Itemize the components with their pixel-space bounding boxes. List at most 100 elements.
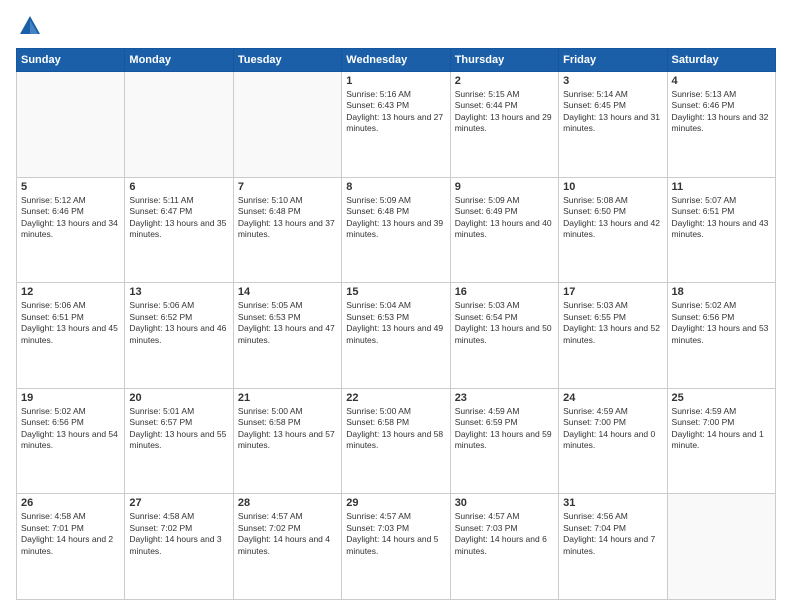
day-number: 12 — [21, 286, 120, 298]
day-number: 15 — [346, 286, 445, 298]
logo — [16, 12, 48, 40]
day-info: Sunrise: 4:57 AM Sunset: 7:03 PM Dayligh… — [455, 511, 554, 557]
day-info: Sunrise: 4:57 AM Sunset: 7:03 PM Dayligh… — [346, 511, 445, 557]
day-number: 1 — [346, 75, 445, 87]
calendar-row: 26 Sunrise: 4:58 AM Sunset: 7:01 PM Dayli… — [17, 494, 776, 600]
logo-icon — [16, 12, 44, 40]
calendar-header-row: SundayMondayTuesdayWednesdayThursdayFrid… — [17, 49, 776, 72]
calendar-cell: 9 Sunrise: 5:09 AM Sunset: 6:49 PM Daylig… — [450, 177, 558, 283]
day-info: Sunrise: 4:59 AM Sunset: 6:59 PM Dayligh… — [455, 406, 554, 452]
day-number: 25 — [672, 392, 771, 404]
day-number: 23 — [455, 392, 554, 404]
day-number: 19 — [21, 392, 120, 404]
weekday-header: Tuesday — [233, 49, 341, 72]
calendar-cell: 20Sunrise: 5:01 AM Sunset: 6:57 PM Dayli… — [125, 388, 233, 494]
day-info: Sunrise: 5:11 AM Sunset: 6:47 PM Dayligh… — [129, 195, 228, 241]
calendar-cell: 2Sunrise: 5:15 AM Sunset: 6:44 PM Daylig… — [450, 72, 558, 178]
calendar-cell: 1 Sunrise: 5:16 AM Sunset: 6:43 PM Daylig… — [342, 72, 450, 178]
calendar-cell: 19 Sunrise: 5:02 AM Sunset: 6:56 PM Dayli… — [17, 388, 125, 494]
day-info: Sunrise: 5:03 AM Sunset: 6:55 PM Dayligh… — [563, 300, 662, 346]
day-number: 31 — [563, 497, 662, 509]
day-info: Sunrise: 4:59 AM Sunset: 7:00 PM Dayligh… — [563, 406, 662, 452]
calendar-cell: 30 Sunrise: 4:57 AM Sunset: 7:03 PM Dayli… — [450, 494, 558, 600]
day-number: 22 — [346, 392, 445, 404]
calendar-cell — [17, 72, 125, 178]
weekday-header: Friday — [559, 49, 667, 72]
calendar-cell: 21Sunrise: 5:00 AM Sunset: 6:58 PM Dayli… — [233, 388, 341, 494]
calendar-row: 12Sunrise: 5:06 AM Sunset: 6:51 PM Dayli… — [17, 283, 776, 389]
day-info: Sunrise: 4:56 AM Sunset: 7:04 PM Dayligh… — [563, 511, 662, 557]
page: SundayMondayTuesdayWednesdayThursdayFrid… — [0, 0, 792, 612]
day-number: 30 — [455, 497, 554, 509]
calendar-cell: 18 Sunrise: 5:02 AM Sunset: 6:56 PM Dayli… — [667, 283, 775, 389]
calendar-cell: 23 Sunrise: 4:59 AM Sunset: 6:59 PM Dayli… — [450, 388, 558, 494]
weekday-header: Wednesday — [342, 49, 450, 72]
calendar-cell: 29 Sunrise: 4:57 AM Sunset: 7:03 PM Dayli… — [342, 494, 450, 600]
calendar-cell: 8Sunrise: 5:09 AM Sunset: 6:48 PM Daylig… — [342, 177, 450, 283]
day-number: 9 — [455, 181, 554, 193]
day-number: 7 — [238, 181, 337, 193]
day-info: Sunrise: 4:58 AM Sunset: 7:01 PM Dayligh… — [21, 511, 120, 557]
day-number: 13 — [129, 286, 228, 298]
day-number: 14 — [238, 286, 337, 298]
day-number: 10 — [563, 181, 662, 193]
calendar-cell: 24 Sunrise: 4:59 AM Sunset: 7:00 PM Dayli… — [559, 388, 667, 494]
day-number: 6 — [129, 181, 228, 193]
calendar-cell: 25 Sunrise: 4:59 AM Sunset: 7:00 PM Dayli… — [667, 388, 775, 494]
calendar-cell: 15 Sunrise: 5:04 AM Sunset: 6:53 PM Dayli… — [342, 283, 450, 389]
calendar-cell: 10 Sunrise: 5:08 AM Sunset: 6:50 PM Dayli… — [559, 177, 667, 283]
day-info: Sunrise: 5:04 AM Sunset: 6:53 PM Dayligh… — [346, 300, 445, 346]
calendar-cell: 22 Sunrise: 5:00 AM Sunset: 6:58 PM Dayli… — [342, 388, 450, 494]
weekday-header: Sunday — [17, 49, 125, 72]
day-number: 3 — [563, 75, 662, 87]
day-info: Sunrise: 4:58 AM Sunset: 7:02 PM Dayligh… — [129, 511, 228, 557]
day-number: 29 — [346, 497, 445, 509]
calendar-cell: 14 Sunrise: 5:05 AM Sunset: 6:53 PM Dayli… — [233, 283, 341, 389]
day-info: Sunrise: 4:57 AM Sunset: 7:02 PM Dayligh… — [238, 511, 337, 557]
day-info: Sunrise: 5:02 AM Sunset: 6:56 PM Dayligh… — [672, 300, 771, 346]
day-info: Sunrise: 5:14 AM Sunset: 6:45 PM Dayligh… — [563, 89, 662, 135]
calendar-cell — [667, 494, 775, 600]
day-info: Sunrise: 5:00 AM Sunset: 6:58 PM Dayligh… — [238, 406, 337, 452]
day-info: Sunrise: 5:00 AM Sunset: 6:58 PM Dayligh… — [346, 406, 445, 452]
header — [16, 12, 776, 40]
day-info: Sunrise: 5:08 AM Sunset: 6:50 PM Dayligh… — [563, 195, 662, 241]
day-number: 5 — [21, 181, 120, 193]
calendar-cell: 12Sunrise: 5:06 AM Sunset: 6:51 PM Dayli… — [17, 283, 125, 389]
calendar-cell — [233, 72, 341, 178]
weekday-header: Saturday — [667, 49, 775, 72]
calendar-cell: 3 Sunrise: 5:14 AM Sunset: 6:45 PM Daylig… — [559, 72, 667, 178]
day-number: 18 — [672, 286, 771, 298]
day-info: Sunrise: 4:59 AM Sunset: 7:00 PM Dayligh… — [672, 406, 771, 452]
day-info: Sunrise: 5:12 AM Sunset: 6:46 PM Dayligh… — [21, 195, 120, 241]
day-info: Sunrise: 5:16 AM Sunset: 6:43 PM Dayligh… — [346, 89, 445, 135]
calendar-cell: 4Sunrise: 5:13 AM Sunset: 6:46 PM Daylig… — [667, 72, 775, 178]
calendar-cell: 13 Sunrise: 5:06 AM Sunset: 6:52 PM Dayli… — [125, 283, 233, 389]
day-info: Sunrise: 5:10 AM Sunset: 6:48 PM Dayligh… — [238, 195, 337, 241]
calendar-cell: 31 Sunrise: 4:56 AM Sunset: 7:04 PM Dayli… — [559, 494, 667, 600]
calendar-cell: 16Sunrise: 5:03 AM Sunset: 6:54 PM Dayli… — [450, 283, 558, 389]
day-info: Sunrise: 5:02 AM Sunset: 6:56 PM Dayligh… — [21, 406, 120, 452]
day-info: Sunrise: 5:01 AM Sunset: 6:57 PM Dayligh… — [129, 406, 228, 452]
weekday-header: Thursday — [450, 49, 558, 72]
calendar-cell: 6 Sunrise: 5:11 AM Sunset: 6:47 PM Daylig… — [125, 177, 233, 283]
day-info: Sunrise: 5:09 AM Sunset: 6:48 PM Dayligh… — [346, 195, 445, 241]
day-number: 26 — [21, 497, 120, 509]
day-info: Sunrise: 5:05 AM Sunset: 6:53 PM Dayligh… — [238, 300, 337, 346]
calendar-cell: 7 Sunrise: 5:10 AM Sunset: 6:48 PM Daylig… — [233, 177, 341, 283]
calendar-row: 19 Sunrise: 5:02 AM Sunset: 6:56 PM Dayli… — [17, 388, 776, 494]
calendar-table: SundayMondayTuesdayWednesdayThursdayFrid… — [16, 48, 776, 600]
day-info: Sunrise: 5:09 AM Sunset: 6:49 PM Dayligh… — [455, 195, 554, 241]
day-info: Sunrise: 5:06 AM Sunset: 6:52 PM Dayligh… — [129, 300, 228, 346]
day-info: Sunrise: 5:07 AM Sunset: 6:51 PM Dayligh… — [672, 195, 771, 241]
calendar-cell: 5 Sunrise: 5:12 AM Sunset: 6:46 PM Daylig… — [17, 177, 125, 283]
day-number: 28 — [238, 497, 337, 509]
day-number: 24 — [563, 392, 662, 404]
day-info: Sunrise: 5:13 AM Sunset: 6:46 PM Dayligh… — [672, 89, 771, 135]
day-number: 11 — [672, 181, 771, 193]
calendar-cell: 26 Sunrise: 4:58 AM Sunset: 7:01 PM Dayli… — [17, 494, 125, 600]
day-info: Sunrise: 5:15 AM Sunset: 6:44 PM Dayligh… — [455, 89, 554, 135]
day-number: 16 — [455, 286, 554, 298]
day-number: 27 — [129, 497, 228, 509]
calendar-cell: 27 Sunrise: 4:58 AM Sunset: 7:02 PM Dayli… — [125, 494, 233, 600]
